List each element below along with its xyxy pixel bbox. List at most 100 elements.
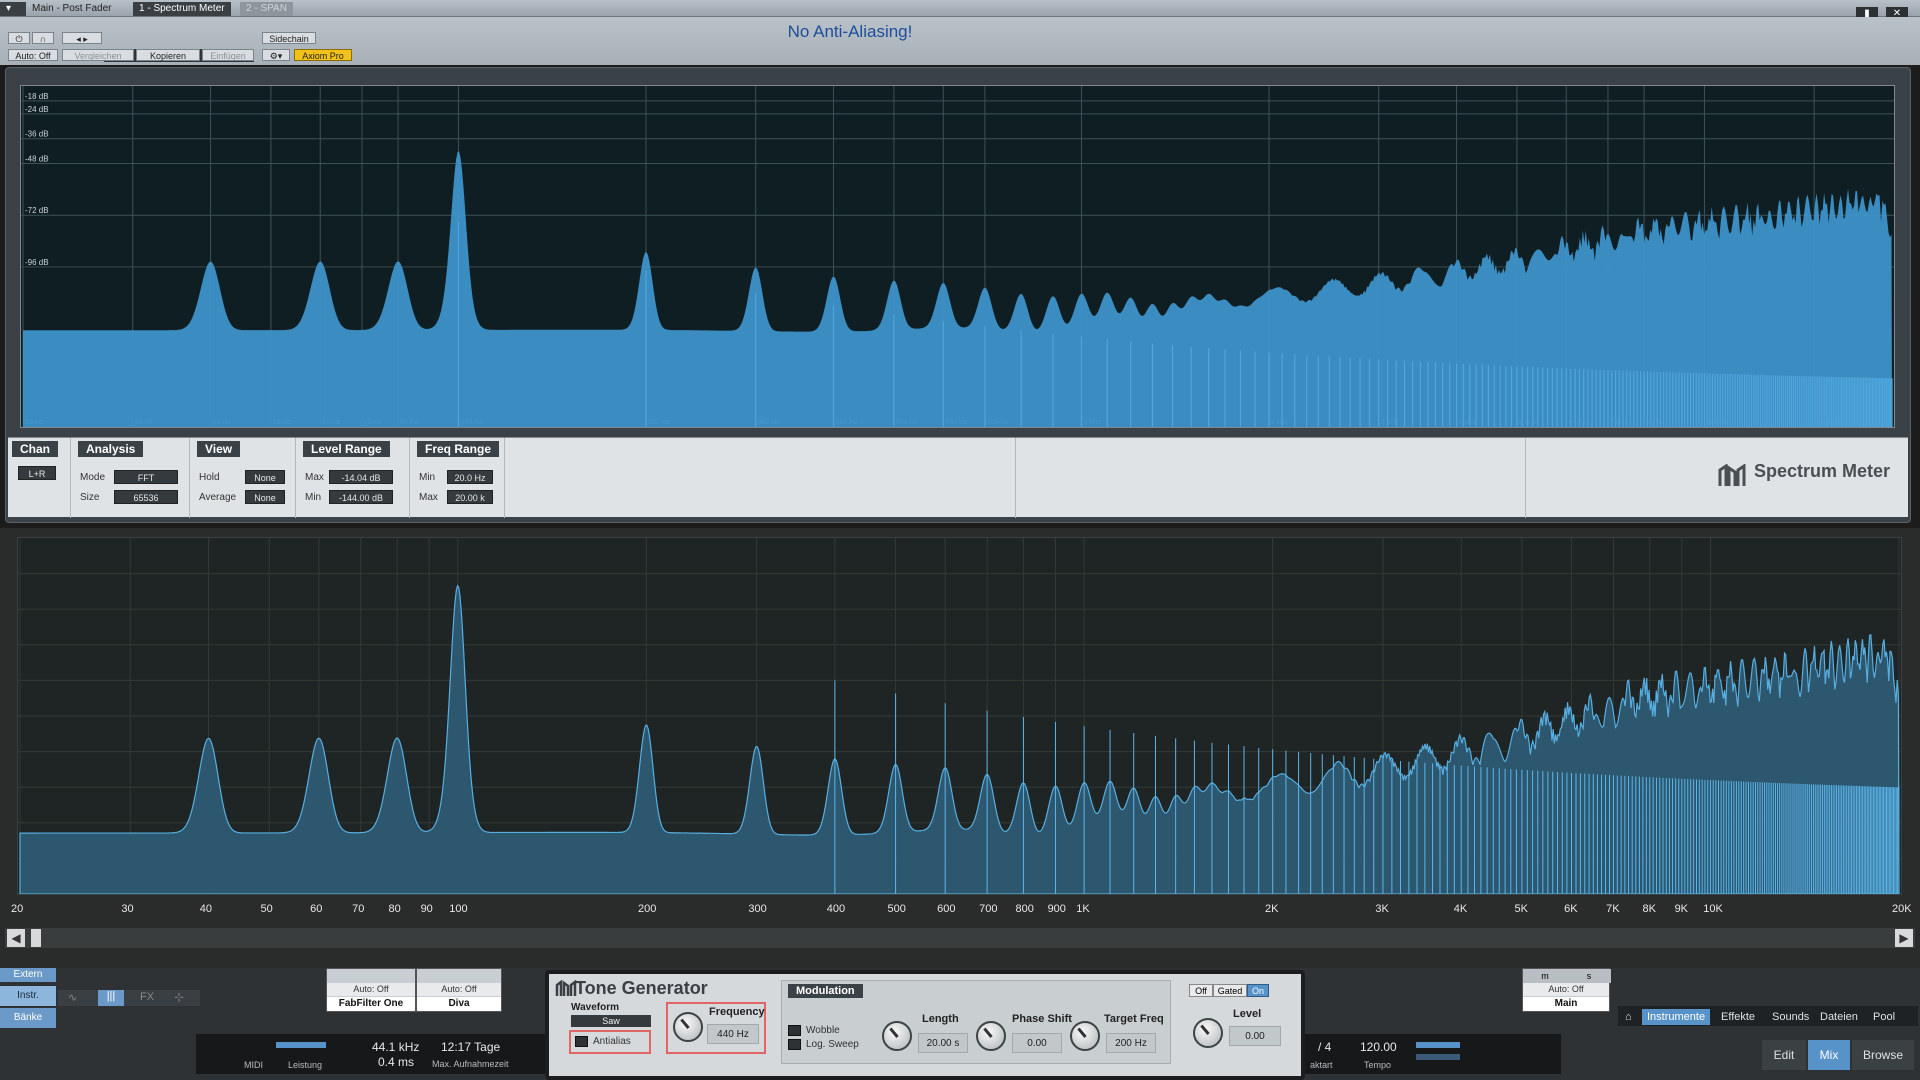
header-menu-button[interactable]: ▾	[0, 2, 26, 16]
tempo-value[interactable]: 120.00	[1360, 1040, 1397, 1054]
mix-button[interactable]: Mix	[1808, 1040, 1850, 1070]
click-level[interactable]	[1416, 1054, 1460, 1060]
gate-off-button[interactable]: Off	[1189, 984, 1213, 997]
fx-view-icon[interactable]: FX	[140, 991, 154, 1003]
phase-shift-knob[interactable]	[976, 1021, 1006, 1051]
copy-button[interactable]: Kopieren	[136, 49, 200, 61]
tab-files[interactable]: Dateien	[1815, 1009, 1863, 1025]
bypass-icon[interactable]: ∩	[32, 32, 54, 44]
log-sweep-checkbox[interactable]	[788, 1039, 801, 1050]
span-tick-label: 100	[449, 903, 468, 915]
side-instr[interactable]: Instr.	[0, 986, 56, 1006]
view-heading: View	[197, 441, 241, 457]
phase-shift-label: Phase Shift	[1012, 1013, 1072, 1025]
span-tick-label: 60	[310, 903, 323, 915]
time-signature[interactable]: / 4	[1318, 1040, 1331, 1054]
length-knob[interactable]	[882, 1021, 912, 1051]
freq-max-input[interactable]: 20.00 k	[447, 490, 493, 504]
frequency-knob[interactable]	[673, 1012, 703, 1042]
scroll-right-icon[interactable]: ▶	[1895, 929, 1913, 947]
span-tick-label: 200	[638, 903, 657, 915]
strip-auto[interactable]: Auto: Off	[417, 983, 501, 996]
scroll-thumb[interactable]	[31, 929, 41, 947]
tab-main-post-fader[interactable]: Main - Post Fader	[26, 2, 117, 16]
device-button[interactable]: Axiom Pro	[294, 49, 352, 61]
channel-strip-fabfilter[interactable]: Auto: Off FabFilter One	[326, 968, 416, 1012]
tab-span[interactable]: 2 - SPAN	[240, 2, 293, 16]
level-max-input[interactable]: -14.04 dB	[329, 470, 393, 484]
side-banks[interactable]: Bänke	[0, 1008, 56, 1028]
target-freq-value[interactable]: 200 Hz	[1106, 1033, 1156, 1053]
hold-select[interactable]: None	[245, 470, 285, 484]
gate-gated-button[interactable]: Gated	[1213, 984, 1247, 997]
antialias-label: Antialias	[593, 1036, 631, 1047]
scroll-left-icon[interactable]: ◀	[7, 929, 25, 947]
wobble-checkbox[interactable]	[788, 1025, 801, 1036]
midi-label: MIDI	[244, 1060, 263, 1070]
span-tick-label: 30	[121, 903, 134, 915]
waveform-select[interactable]: Saw	[571, 1015, 651, 1027]
strip-name: Diva	[417, 997, 501, 1011]
span-tick-label: 600	[937, 903, 956, 915]
plugin-header: ▾ Main - Post Fader 1 - Spectrum Meter 2…	[0, 0, 1920, 20]
antialias-checkbox[interactable]	[575, 1036, 588, 1047]
sidechain-button[interactable]: Sidechain	[262, 32, 316, 44]
side-extern[interactable]: Extern	[0, 968, 56, 982]
gear-icon[interactable]: ⚙▾	[262, 49, 290, 61]
average-select[interactable]: None	[245, 490, 285, 504]
log-sweep-label: Log. Sweep	[806, 1039, 859, 1050]
waveform-view-icon[interactable]: ∿	[68, 991, 77, 1004]
freq-min-label: Min	[419, 472, 436, 483]
fader-view-icon[interactable]: |||	[98, 990, 124, 1006]
power-icon[interactable]: ⏻	[8, 32, 30, 44]
paste-button[interactable]: Einfügen	[202, 49, 254, 61]
freq-min-input[interactable]: 20.0 Hz	[447, 470, 493, 484]
browse-button[interactable]: Browse	[1852, 1040, 1914, 1070]
edit-button[interactable]: Edit	[1762, 1040, 1806, 1070]
solo-button[interactable]: s	[1567, 969, 1611, 983]
tab-pool[interactable]: Pool	[1868, 1009, 1900, 1025]
presonus-logo-icon	[1718, 464, 1746, 486]
size-select[interactable]: 65536	[114, 490, 178, 504]
tone-generator-title: Tone Generator	[575, 978, 708, 998]
level-value[interactable]: 0.00	[1229, 1026, 1281, 1046]
length-value[interactable]: 20.00 s	[918, 1033, 968, 1053]
mode-select[interactable]: FFT	[114, 470, 178, 484]
span-tick-label: 5K	[1514, 903, 1528, 915]
tab-sounds[interactable]: Sounds	[1767, 1009, 1814, 1025]
gate-on-button[interactable]: On	[1247, 984, 1269, 997]
span-tick-label: 500	[887, 903, 906, 915]
home-icon[interactable]: ⌂	[1620, 1009, 1637, 1025]
modulation-panel: Modulation Wobble Log. Sweep Length 20.0…	[781, 980, 1171, 1064]
modulation-heading: Modulation	[788, 984, 863, 998]
span-tick-label: 900	[1047, 903, 1066, 915]
span-tick-label: 10K	[1703, 903, 1723, 915]
target-freq-knob[interactable]	[1070, 1021, 1100, 1051]
channel-strip-main[interactable]: m s Auto: Off Main	[1522, 968, 1611, 1012]
chan-heading: Chan	[12, 441, 58, 457]
mute-button[interactable]: m	[1523, 969, 1567, 983]
preset-nav-icon[interactable]: ◂ ▸	[62, 32, 102, 44]
span-scrollbar[interactable]: ◀ ▶	[5, 928, 1915, 948]
frequency-value[interactable]: 440 Hz	[707, 1024, 759, 1044]
channel-strip-diva[interactable]: Auto: Off Diva	[416, 968, 502, 1012]
routing-view-icon[interactable]: ⊹	[174, 990, 184, 1004]
db-label: -48 dB	[25, 155, 49, 164]
strip-auto[interactable]: Auto: Off	[1523, 983, 1609, 996]
tab-spectrum-meter[interactable]: 1 - Spectrum Meter	[133, 2, 231, 16]
level-min-input[interactable]: -144.00 dB	[329, 490, 393, 504]
tab-instruments[interactable]: Instrumente	[1642, 1009, 1711, 1025]
mode-label: Mode	[80, 472, 106, 483]
strip-auto[interactable]: Auto: Off	[327, 983, 415, 996]
compare-button[interactable]: Vergleichen	[62, 49, 134, 61]
hold-label: Hold	[199, 472, 220, 483]
tab-effects[interactable]: Effekte	[1716, 1009, 1760, 1025]
level-knob[interactable]	[1193, 1018, 1223, 1048]
length-label: Length	[922, 1013, 959, 1025]
phase-shift-value[interactable]: 0.00	[1012, 1033, 1062, 1053]
auto-button[interactable]: Auto: Off	[8, 49, 58, 61]
metronome-level[interactable]	[1416, 1042, 1460, 1048]
sample-rate: 44.1 kHz	[372, 1040, 420, 1054]
chan-select[interactable]: L+R	[18, 466, 56, 480]
analysis-group: Analysis Mode FFT Size 65536	[74, 438, 194, 518]
